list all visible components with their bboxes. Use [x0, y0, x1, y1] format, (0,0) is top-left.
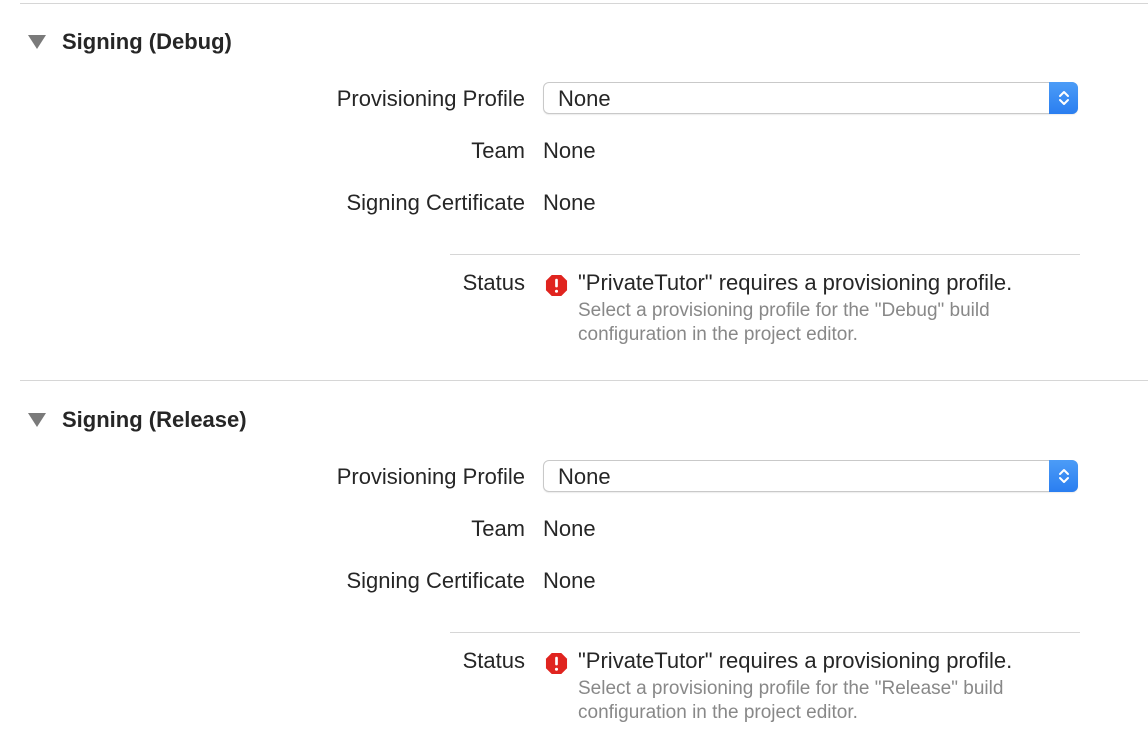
- status-divider: [450, 632, 1080, 633]
- status-divider: [450, 254, 1080, 255]
- signing-settings-page: Signing (Debug) Provisioning Profile Non…: [0, 0, 1148, 748]
- chevron-updown-icon: [1049, 82, 1078, 114]
- team-label: Team: [471, 516, 525, 541]
- status-label: Status: [462, 648, 525, 673]
- section-title: Signing (Debug): [62, 29, 232, 54]
- section-divider: [20, 380, 1148, 381]
- provisioning-profile-popup[interactable]: None: [543, 460, 1078, 492]
- team-value: None: [543, 138, 596, 163]
- error-icon: [545, 274, 568, 297]
- status-label: Status: [462, 270, 525, 295]
- status-detail: Select a provisioning profile for the "D…: [578, 300, 990, 345]
- top-divider: [20, 3, 1148, 4]
- provisioning-profile-value: None: [558, 464, 611, 489]
- chevron-updown-icon: [1049, 460, 1078, 492]
- status-detail: Select a provisioning profile for the "R…: [578, 678, 1004, 723]
- team-label: Team: [471, 138, 525, 163]
- signing-certificate-value: None: [543, 190, 596, 215]
- disclosure-triangle-icon[interactable]: [28, 35, 46, 49]
- signing-certificate-label: Signing Certificate: [346, 190, 525, 215]
- status-message: "PrivateTutor" requires a provisioning p…: [578, 648, 1013, 673]
- provisioning-profile-popup[interactable]: None: [543, 82, 1078, 114]
- provisioning-profile-label: Provisioning Profile: [336, 464, 525, 489]
- section-header-debug[interactable]: Signing (Debug): [28, 29, 232, 55]
- signing-certificate-label: Signing Certificate: [346, 568, 525, 593]
- team-value: None: [543, 516, 596, 541]
- status-message: "PrivateTutor" requires a provisioning p…: [578, 270, 1013, 295]
- section-title: Signing (Release): [62, 407, 247, 432]
- signing-certificate-value: None: [543, 568, 596, 593]
- provisioning-profile-value: None: [558, 86, 611, 111]
- provisioning-profile-label: Provisioning Profile: [336, 86, 525, 111]
- error-icon: [545, 652, 568, 675]
- section-header-release[interactable]: Signing (Release): [28, 407, 247, 433]
- disclosure-triangle-icon[interactable]: [28, 413, 46, 427]
